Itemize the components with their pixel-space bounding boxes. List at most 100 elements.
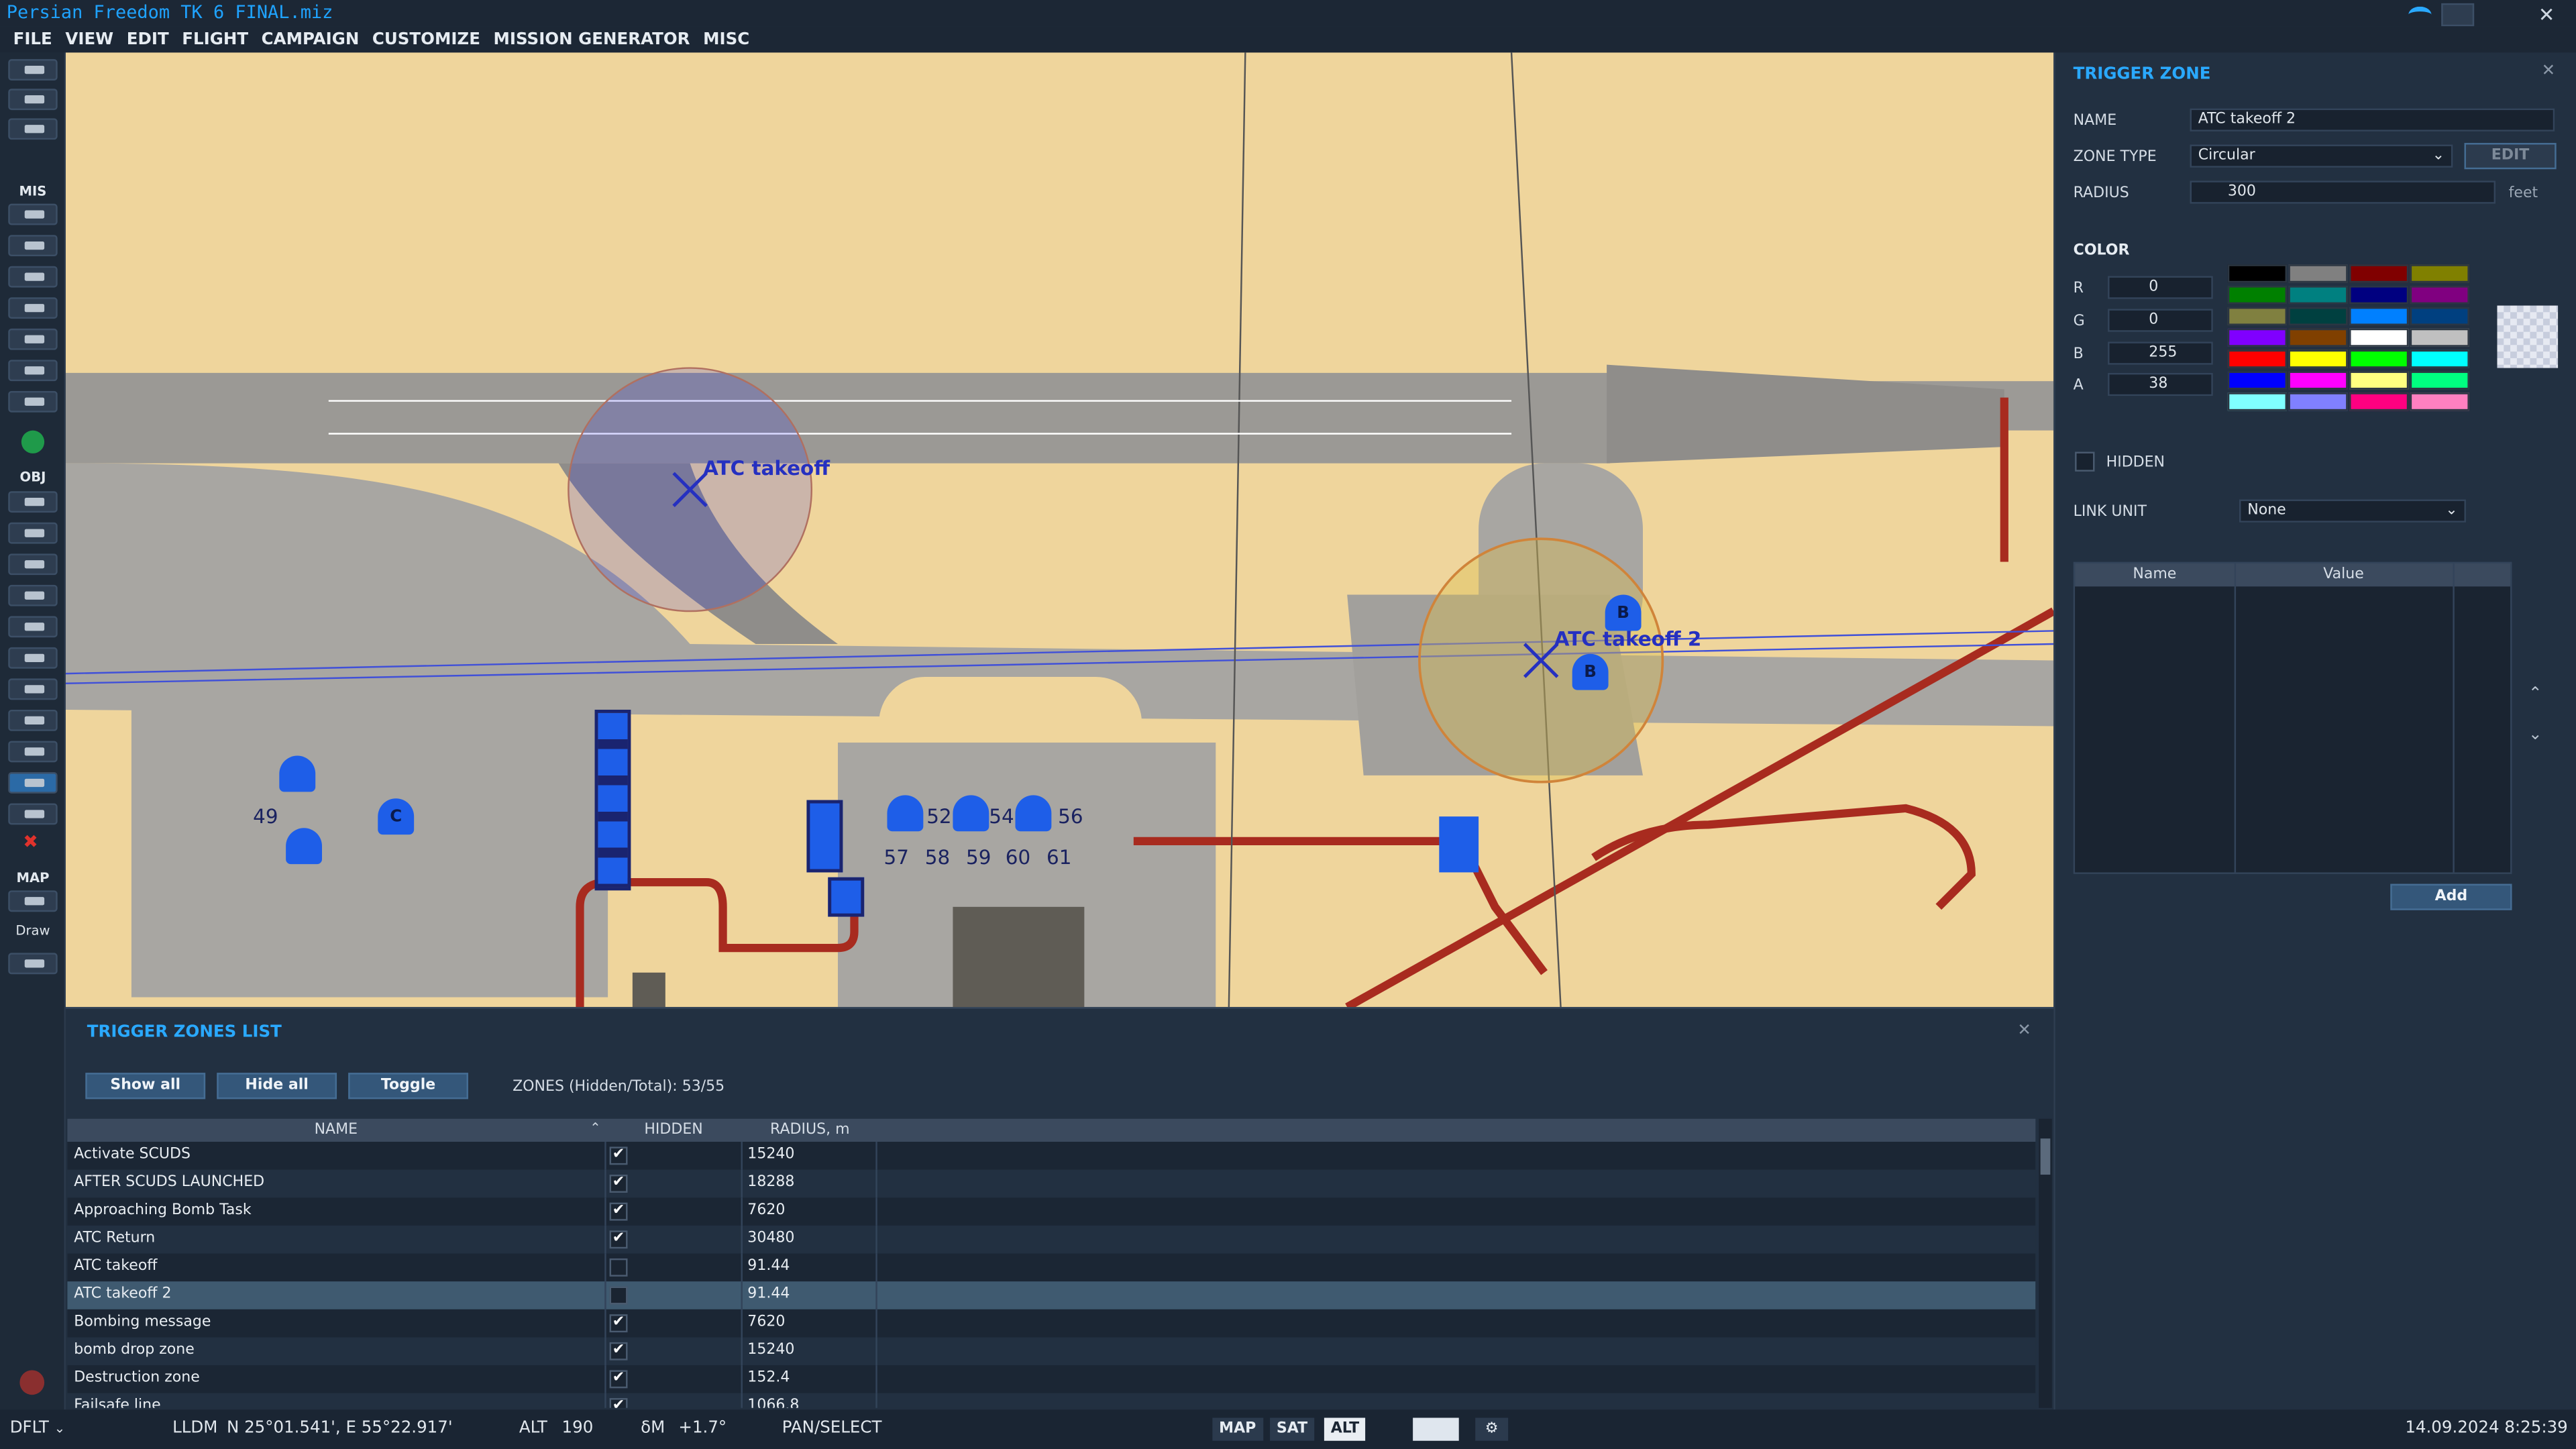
menu-item-campaign[interactable]: CAMPAIGN — [262, 30, 360, 48]
draw-tool-label[interactable]: Draw — [0, 923, 66, 938]
close-panel-icon[interactable]: ✕ — [2542, 62, 2556, 80]
color-swatch[interactable] — [2349, 286, 2409, 305]
color-swatch[interactable] — [2288, 350, 2348, 368]
profile-select[interactable]: DFLT ⌄ — [10, 1419, 65, 1438]
menu-item-edit[interactable]: EDIT — [127, 30, 169, 48]
zone-hidden-checkbox[interactable]: ✔ — [609, 1342, 628, 1360]
color-swatch[interactable] — [2410, 328, 2469, 347]
table-row[interactable]: ATC Return ✔ 30480 — [67, 1225, 2036, 1254]
col-name-header[interactable]: NAME — [67, 1122, 604, 1138]
color-swatch[interactable] — [2410, 286, 2469, 305]
g-value-field[interactable]: 0 — [2108, 309, 2213, 332]
vehicle-group-icon[interactable] — [828, 877, 865, 917]
color-swatch[interactable] — [2349, 371, 2409, 390]
target-icon[interactable] — [8, 709, 58, 731]
menu-item-flight[interactable]: FLIGHT — [182, 30, 248, 48]
color-swatch[interactable] — [2288, 328, 2348, 347]
wifi-icon[interactable] — [2408, 6, 2432, 23]
unit-marker-c[interactable]: C — [378, 798, 415, 835]
zone-hidden-checkbox[interactable]: ✔ — [609, 1175, 628, 1193]
scroll-down-icon[interactable]: ⌄ — [2528, 726, 2542, 744]
table-row[interactable]: ATC takeoff 91.44 — [67, 1253, 2036, 1282]
table-row[interactable]: Activate SCUDS ✔ 15240 — [67, 1142, 2036, 1170]
alt-mode-button[interactable]: ALT — [1324, 1417, 1366, 1441]
trigger-icon[interactable] — [8, 266, 58, 288]
briefing-icon[interactable] — [8, 203, 58, 225]
hidden-checkbox[interactable] — [2075, 451, 2095, 472]
table-row[interactable]: Failsafe line ✔ 1066.8 — [67, 1393, 2036, 1408]
color-swatch[interactable] — [2410, 264, 2469, 283]
open-file-icon[interactable] — [8, 89, 58, 111]
properties-name-header[interactable]: Name — [2075, 567, 2235, 583]
settings-gear-icon[interactable]: ⚙ — [1475, 1417, 1509, 1441]
goals-icon[interactable] — [8, 328, 58, 350]
color-swatch[interactable] — [2227, 392, 2288, 411]
trigger-zone-tool-icon[interactable] — [8, 772, 58, 794]
col-radius-header[interactable]: RADIUS, m — [743, 1122, 877, 1138]
edit-button[interactable]: EDIT — [2464, 143, 2557, 170]
color-swatch[interactable] — [2349, 264, 2409, 283]
zones-scrollbar[interactable] — [2039, 1118, 2052, 1408]
color-swatch[interactable] — [2349, 392, 2409, 411]
table-row[interactable]: Destruction zone ✔ 152.4 — [67, 1365, 2036, 1393]
add-property-button[interactable]: Add — [2390, 883, 2512, 910]
zone-label-atc-takeoff-2[interactable]: ATC takeoff 2 — [1554, 628, 1702, 651]
color-swatch[interactable] — [2349, 307, 2409, 325]
radius-field[interactable]: 300 — [2190, 180, 2496, 204]
zone-hidden-checkbox[interactable] — [609, 1258, 628, 1277]
unit-marker-b[interactable]: B — [1572, 653, 1609, 690]
aircraft-unit-icon[interactable] — [279, 755, 316, 792]
color-swatch[interactable] — [2227, 328, 2288, 347]
color-swatch[interactable] — [2288, 307, 2348, 325]
vehicle-group-icon[interactable] — [806, 800, 843, 873]
zone-name-field[interactable]: ATC takeoff 2 — [2190, 108, 2555, 131]
color-swatch[interactable] — [2410, 307, 2469, 325]
hide-all-button[interactable]: Hide all — [217, 1073, 337, 1099]
building-unit-icon[interactable] — [1439, 816, 1479, 873]
zone-hidden-checkbox[interactable]: ✔ — [609, 1370, 628, 1389]
color-swatch[interactable] — [2227, 264, 2288, 283]
table-row[interactable]: Approaching Bomb Task ✔ 7620 — [67, 1197, 2036, 1226]
record-icon[interactable] — [19, 1370, 45, 1395]
table-row[interactable]: AFTER SCUDS LAUNCHED ✔ 18288 — [67, 1169, 2036, 1198]
aircraft-unit-icon[interactable] — [953, 795, 989, 832]
map-mode-button[interactable]: MAP — [1212, 1417, 1263, 1441]
new-file-icon[interactable] — [8, 59, 58, 81]
zone-hidden-checkbox[interactable]: ✔ — [609, 1146, 628, 1165]
color-swatch[interactable] — [2227, 286, 2288, 305]
zone-hidden-checkbox[interactable]: ✔ — [609, 1314, 628, 1333]
zone-hidden-checkbox[interactable]: ✔ — [609, 1202, 628, 1221]
zone-hidden-checkbox[interactable] — [609, 1286, 628, 1305]
color-swatch[interactable] — [2227, 371, 2288, 390]
color-swatch[interactable] — [2288, 371, 2348, 390]
show-all-button[interactable]: Show all — [85, 1073, 206, 1099]
static-object-icon[interactable] — [8, 616, 58, 638]
zone-type-select[interactable]: Circular ⌄ — [2190, 144, 2453, 168]
menu-item-mission-generator[interactable]: MISSION GENERATOR — [494, 30, 690, 48]
check-icon[interactable] — [8, 360, 58, 382]
map-view[interactable]: ATC takeoff ATC takeoff 2 49 52 54 56 57… — [65, 52, 2054, 1008]
color-swatch[interactable] — [2349, 328, 2409, 347]
close-window-icon[interactable]: ✕ — [2538, 3, 2555, 26]
aircraft-unit-icon[interactable] — [1015, 795, 1052, 832]
menu-item-misc[interactable]: MISC — [703, 30, 749, 48]
color-swatch[interactable] — [2227, 350, 2288, 368]
close-list-icon[interactable]: ✕ — [2017, 1022, 2031, 1040]
color-swatch[interactable] — [2410, 371, 2469, 390]
color-swatch[interactable] — [2349, 350, 2409, 368]
go-up-icon[interactable] — [21, 430, 45, 453]
vehicle-icon[interactable] — [8, 584, 58, 606]
scroll-up-icon[interactable]: ⌃ — [2528, 685, 2542, 703]
col-hidden-header[interactable]: HIDDEN — [606, 1122, 741, 1138]
shapes-icon[interactable] — [8, 803, 58, 825]
sat-mode-button[interactable]: SAT — [1270, 1417, 1314, 1441]
map-tool-icon[interactable] — [8, 890, 58, 912]
table-row[interactable]: ATC takeoff 2 91.44 — [67, 1281, 2036, 1309]
zone-icon[interactable] — [8, 297, 58, 319]
color-swatch[interactable] — [2288, 392, 2348, 411]
r-value-field[interactable]: 0 — [2108, 276, 2213, 299]
zone-hidden-checkbox[interactable]: ✔ — [609, 1398, 628, 1408]
menu-item-view[interactable]: VIEW — [65, 30, 113, 48]
ruler-icon[interactable] — [8, 953, 58, 975]
coalition-icon[interactable] — [8, 390, 58, 413]
